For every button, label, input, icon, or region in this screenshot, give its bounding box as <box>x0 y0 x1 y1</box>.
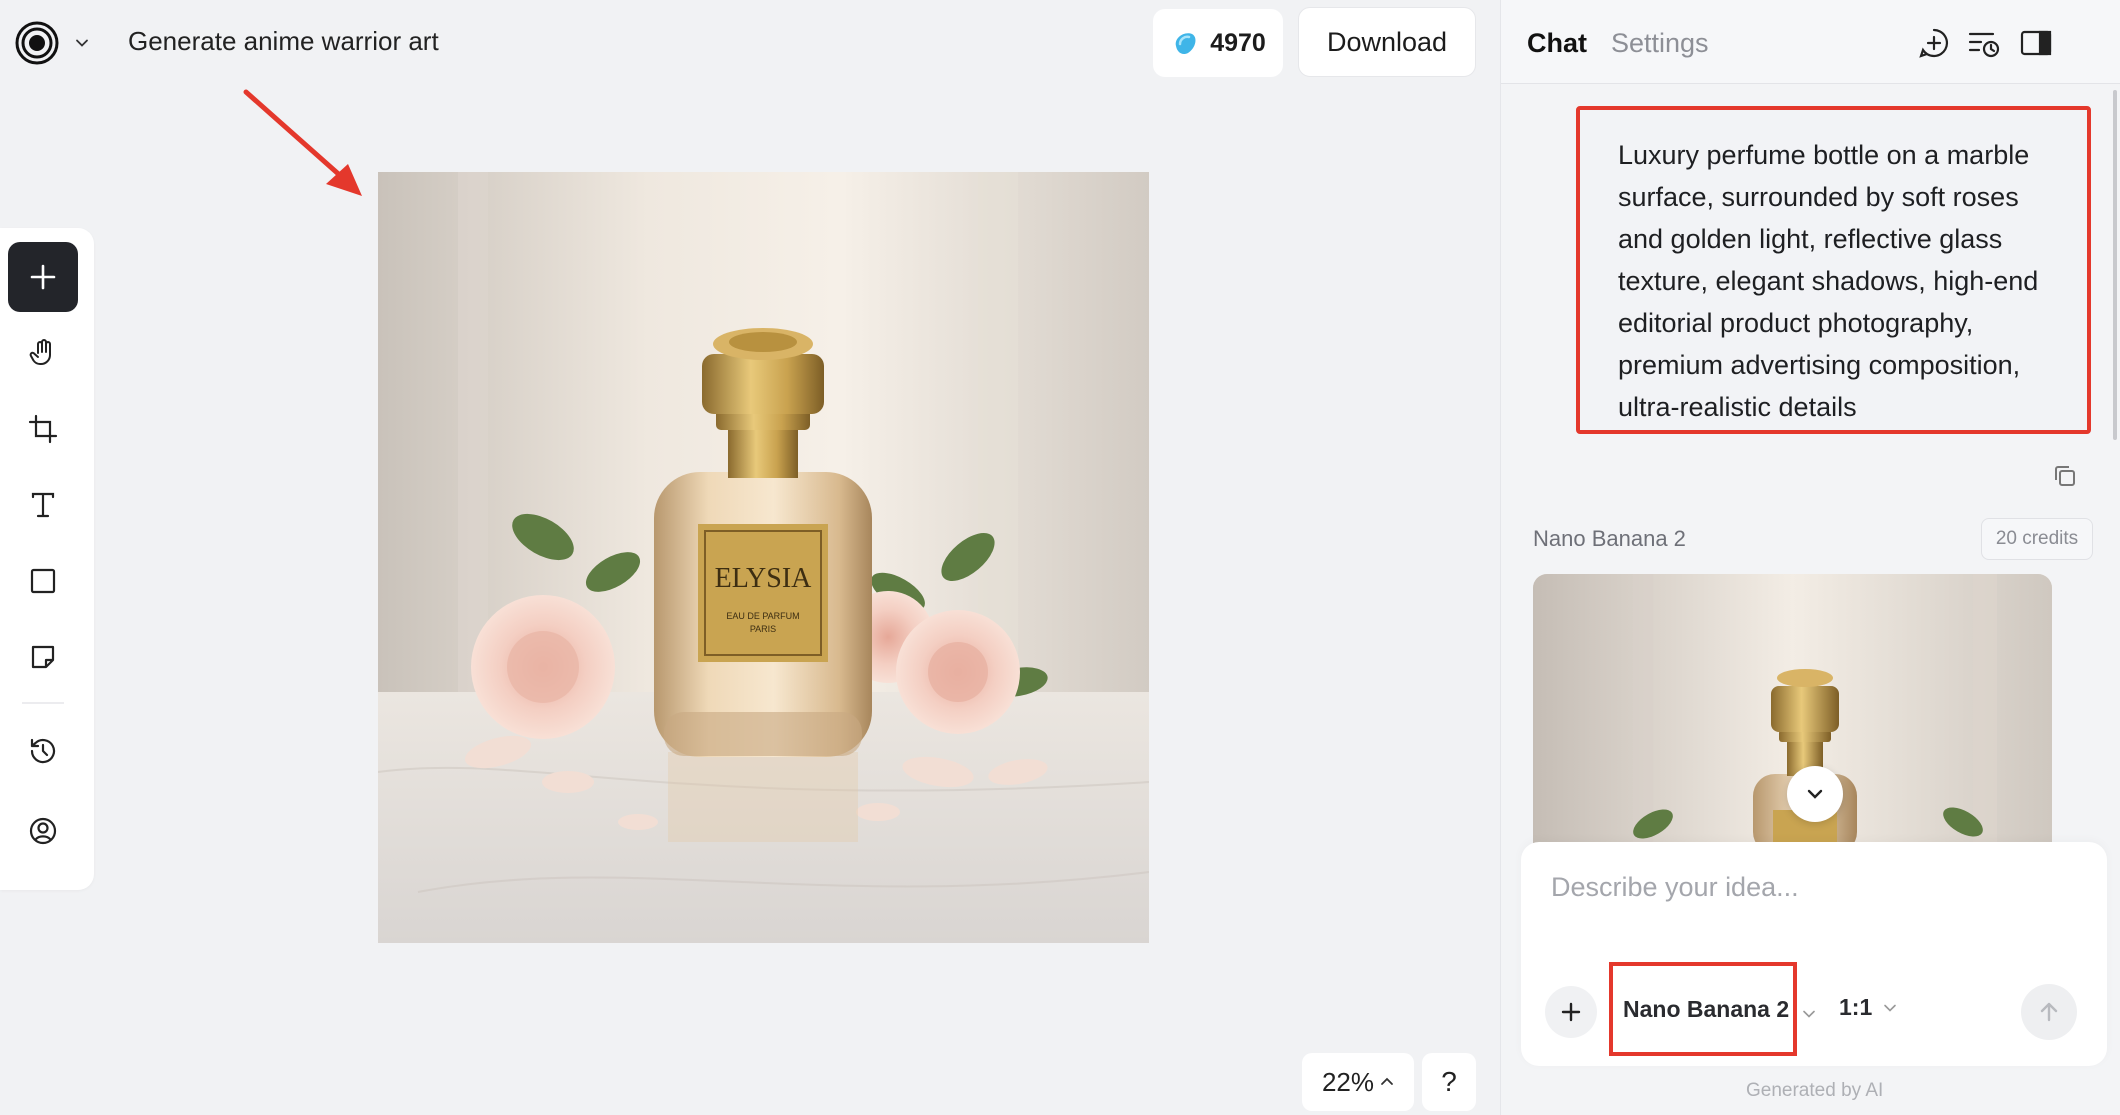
chevron-down-icon <box>76 39 88 47</box>
bottle-label-brand: ELYSIA <box>715 563 813 594</box>
bottle-label-sub1: EAU DE PARFUM <box>726 611 799 621</box>
crop-icon <box>28 414 58 444</box>
gem-icon <box>1175 33 1196 55</box>
chevron-down-icon <box>1803 1010 1815 1018</box>
credits-used-badge: 20 credits <box>1981 518 2093 560</box>
sticky-note-icon <box>31 645 55 669</box>
sticky-note-tool-button[interactable] <box>8 622 78 692</box>
sidebar-toggle-button[interactable] <box>2019 26 2053 60</box>
chat-panel: Chat Settings Luxury perfume bottle on a… <box>1500 0 2120 1115</box>
zoom-level: 22% <box>1321 1066 1375 1097</box>
text-tool-button[interactable] <box>8 470 78 540</box>
chevron-up-icon <box>1381 1077 1393 1085</box>
help-button[interactable]: ? <box>1422 1053 1476 1111</box>
credits-balance[interactable]: 4970 <box>1153 9 1283 77</box>
credits-count: 4970 <box>1210 28 1266 57</box>
rectangle-icon <box>30 568 56 594</box>
rectangle-tool-button[interactable] <box>8 546 78 616</box>
user-circle-icon <box>29 817 57 845</box>
text-icon <box>31 492 55 518</box>
chevron-down-icon <box>1807 789 1823 799</box>
app-logo-menu[interactable] <box>14 18 96 68</box>
toolbar-divider <box>22 702 64 704</box>
plus-icon <box>1561 1002 1581 1022</box>
model-selector[interactable]: Nano Banana 2 <box>1609 962 1797 1056</box>
history-tool-button[interactable] <box>8 716 78 786</box>
aspect-ratio-label: 1:1 <box>1839 994 1873 1020</box>
chevron-down-icon <box>1884 1004 1897 1012</box>
profile-tool-button[interactable] <box>8 796 78 866</box>
logo-icon <box>14 20 60 66</box>
scroll-down-button[interactable] <box>1787 766 1843 822</box>
prompt-input[interactable] <box>1551 872 2071 932</box>
panel-header: Chat Settings <box>1501 0 2120 84</box>
canvas-generated-image[interactable]: ELYSIA EAU DE PARFUM PARIS <box>378 172 1149 943</box>
chat-scrollbar[interactable] <box>2113 90 2117 440</box>
copy-icon[interactable] <box>2051 462 2079 490</box>
prompt-composer: Nano Banana 2 1:1 <box>1521 842 2107 1066</box>
hand-icon <box>29 339 51 365</box>
arrow-up-icon <box>2040 1002 2058 1022</box>
history-icon <box>30 738 56 764</box>
document-title[interactable]: Generate anime warrior art <box>128 26 439 57</box>
new-chat-button[interactable] <box>1917 26 1951 60</box>
annotation-arrow <box>243 89 362 196</box>
tool-sidebar <box>0 228 94 890</box>
tab-chat[interactable]: Chat <box>1527 28 1587 59</box>
model-selector-label: Nano Banana 2 <box>1623 995 1790 1022</box>
add-tool-button[interactable] <box>8 242 78 312</box>
add-attachment-button[interactable] <box>1545 986 1597 1038</box>
chat-history-button[interactable] <box>1967 26 2001 60</box>
sidebar-toggle-icon <box>2020 30 2052 56</box>
new-chat-icon <box>1919 28 1949 58</box>
plus-icon <box>30 264 56 290</box>
hand-tool-button[interactable] <box>8 318 78 388</box>
tab-settings[interactable]: Settings <box>1611 28 1709 59</box>
user-prompt-message: Luxury perfume bottle on a marble surfac… <box>1576 106 2091 434</box>
generated-by-ai-note: Generated by AI <box>1746 1080 1884 1101</box>
zoom-control[interactable]: 22% <box>1302 1053 1414 1111</box>
response-model-name: Nano Banana 2 <box>1533 526 1686 551</box>
crop-tool-button[interactable] <box>8 394 78 464</box>
download-button[interactable]: Download <box>1298 7 1476 77</box>
send-button[interactable] <box>2021 984 2077 1040</box>
bottle-label-sub2: PARIS <box>750 624 776 634</box>
chat-history-icon <box>1968 32 2000 58</box>
aspect-ratio-selector[interactable]: 1:1 <box>1839 994 1898 1021</box>
